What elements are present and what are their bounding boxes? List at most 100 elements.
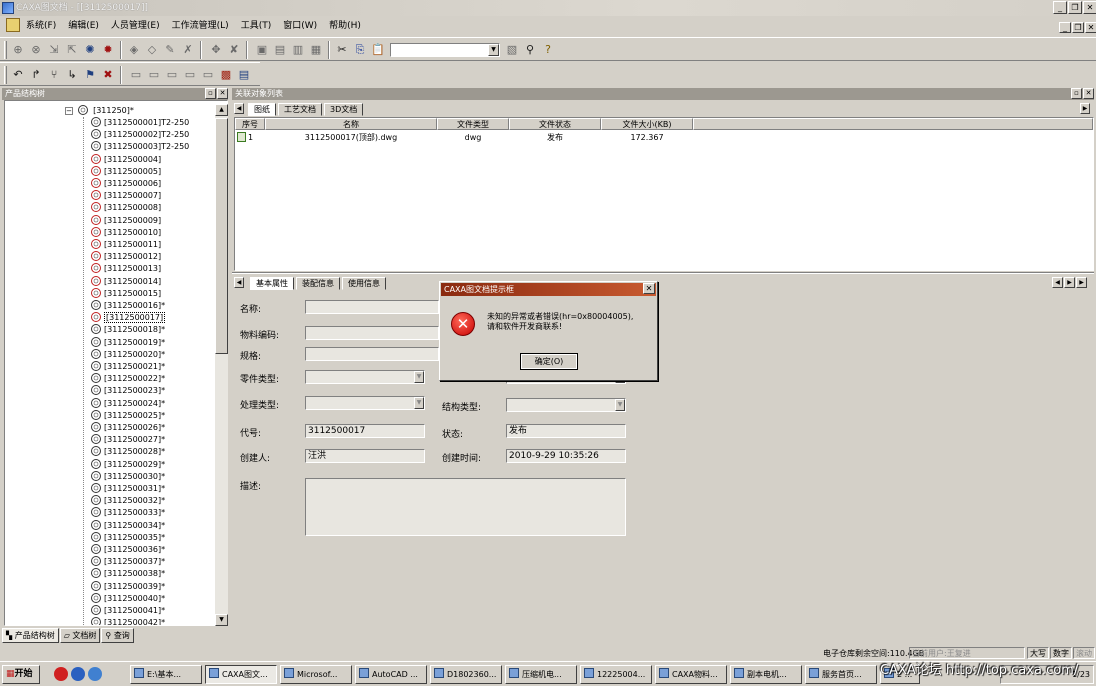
quicklaunch-ie-icon[interactable] <box>71 667 85 681</box>
tree-item[interactable]: [3112500033]* <box>91 507 165 519</box>
splitter[interactable] <box>232 272 1094 274</box>
tree-item[interactable]: [3112500005] <box>91 165 161 178</box>
tree-item[interactable]: [3112500042]* <box>91 617 165 625</box>
created-time-field[interactable]: 2010-9-29 10:35:26 <box>506 449 626 463</box>
tree-item[interactable]: [3112500014] <box>91 275 161 288</box>
import-icon[interactable]: ▣ <box>254 42 270 58</box>
gear-icon[interactable]: ✺ <box>82 42 98 58</box>
menu-item-3[interactable]: 工作流管理(L) <box>172 19 229 33</box>
tab-usage-info[interactable]: 使用信息 <box>342 277 386 290</box>
help-icon[interactable]: ? <box>540 42 556 58</box>
pin-icon[interactable]: ▫ <box>205 88 216 99</box>
move-icon[interactable]: ✥ <box>208 42 224 58</box>
column-header-name[interactable]: 名称 <box>265 118 437 130</box>
doc5-icon[interactable]: ▭ <box>200 67 216 83</box>
chevron-down-icon[interactable]: ▼ <box>615 399 625 411</box>
tree-item[interactable]: [3112500017] <box>91 312 166 324</box>
copy-icon[interactable]: ▥ <box>290 42 306 58</box>
spec-field[interactable] <box>305 347 439 361</box>
tab-process-doc[interactable]: 工艺文档 <box>278 103 322 116</box>
scroll-thumb[interactable] <box>215 118 228 354</box>
tree-item[interactable]: [3112500029]* <box>91 458 165 471</box>
nav-next-icon[interactable]: ▶ <box>1064 277 1075 288</box>
tab-product-tree[interactable]: ▚ 产品结构树 <box>2 628 59 643</box>
mdi-minimize-button[interactable]: _ <box>1059 22 1071 33</box>
nav-last-icon[interactable]: ▶ <box>1076 277 1087 288</box>
paste-icon[interactable]: ▦ <box>308 42 324 58</box>
close-icon[interactable]: ✕ <box>1083 88 1094 99</box>
tree-item[interactable]: [3112500025]* <box>91 409 165 422</box>
column-header-type[interactable]: 文件类型 <box>437 118 509 130</box>
taskbar-button[interactable]: CAXA图文... <box>205 665 277 684</box>
tree-item[interactable]: [3112500004] <box>91 153 161 166</box>
chevron-down-icon[interactable]: ▼ <box>414 371 424 383</box>
browse-icon[interactable]: ◇ <box>144 42 160 58</box>
nav-first-icon[interactable]: ◀ <box>1052 277 1063 288</box>
down-icon[interactable]: ↳ <box>64 67 80 83</box>
close-icon[interactable]: ✕ <box>217 88 228 99</box>
taskbar-button[interactable]: 副本电机... <box>730 665 802 684</box>
tree-item[interactable]: [3112500022]* <box>91 373 165 385</box>
part-type-select[interactable]: ▼ <box>305 370 425 384</box>
tree-item[interactable]: [3112500009] <box>91 214 161 227</box>
edit-icon[interactable]: ✎ <box>162 42 178 58</box>
menu-item-5[interactable]: 窗口(W) <box>283 19 317 33</box>
tree-item[interactable]: [3112500037]* <box>91 556 165 568</box>
menu-item-2[interactable]: 人员管理(E) <box>111 19 160 33</box>
scroll-up-icon[interactable]: ▲ <box>215 104 228 116</box>
product-structure-tree[interactable]: − [311250]* [3112500001]T2-250 [311250000… <box>4 100 228 626</box>
name-field[interactable] <box>305 300 439 314</box>
export-icon[interactable]: ▤ <box>272 42 288 58</box>
report-icon[interactable]: ▩ <box>218 67 234 83</box>
tab-drawing[interactable]: 图纸 <box>248 103 276 116</box>
menu-item-4[interactable]: 工具(T) <box>241 19 272 33</box>
cancel-icon[interactable]: ✗ <box>180 42 196 58</box>
tree-item[interactable]: [3112500036]* <box>91 544 165 556</box>
doc3-icon[interactable]: ▭ <box>164 67 180 83</box>
undo-icon[interactable]: ✘ <box>226 42 242 58</box>
tree-item[interactable]: [3112500032]* <box>91 495 165 507</box>
up-icon[interactable]: ↱ <box>28 67 44 83</box>
tree-item[interactable]: [3112500016]* <box>91 300 165 312</box>
filter-icon[interactable]: ▧ <box>504 42 520 58</box>
tree-item[interactable]: [3112500040]* <box>91 592 165 605</box>
menu-item-6[interactable]: 帮助(H) <box>329 19 361 33</box>
taskbar-button[interactable]: AutoCAD ... <box>355 665 427 684</box>
chevron-down-icon[interactable]: ▼ <box>488 44 499 56</box>
tree-item[interactable]: [3112500011] <box>91 239 161 251</box>
code-field[interactable]: 3112500017 <box>305 424 425 438</box>
column-header-size[interactable]: 文件大小(KB) <box>601 118 693 130</box>
tree-root[interactable]: − [311250]* <box>65 105 134 117</box>
tab-basic-props[interactable]: 基本属性 <box>250 277 294 290</box>
tab-assembly-info[interactable]: 装配信息 <box>296 277 340 290</box>
taskbar-button[interactable]: 服务首页... <box>805 665 877 684</box>
column-header-status[interactable]: 文件状态 <box>509 118 601 130</box>
tree-item[interactable]: [3112500020]* <box>91 348 165 361</box>
tree-item[interactable]: [3112500027]* <box>91 434 165 446</box>
remove-icon[interactable]: ✖ <box>100 67 116 83</box>
document-menu-icon[interactable] <box>6 18 20 32</box>
tree-item[interactable]: [3112500021]* <box>91 361 165 373</box>
tree-item[interactable]: [3112500039]* <box>91 580 165 593</box>
creator-field[interactable]: 汪洪 <box>305 449 425 463</box>
tree-item[interactable]: [3112500015] <box>91 287 161 300</box>
column-header-no[interactable]: 序号 <box>235 118 265 130</box>
tab-3d-doc[interactable]: 3D文档 <box>324 103 364 116</box>
tab-scroll-right-icon[interactable]: ▶ <box>1080 103 1090 114</box>
print-icon[interactable]: ▤ <box>236 67 252 83</box>
close-button[interactable]: ✕ <box>1083 1 1096 14</box>
collapse-icon[interactable]: − <box>65 107 73 115</box>
tree-item[interactable]: [3112500008] <box>91 202 161 214</box>
tree-item[interactable]: [3112500038]* <box>91 568 165 580</box>
tree-item[interactable]: [3112500041]* <box>91 605 165 617</box>
process-type-select[interactable]: ▼ <box>305 396 425 410</box>
taskbar-button[interactable]: D1802360... <box>430 665 502 684</box>
tab-query[interactable]: ⚲ 查询 <box>101 628 134 643</box>
doc2-icon[interactable]: ▭ <box>146 67 162 83</box>
tree-item[interactable]: [3112500028]* <box>91 446 165 458</box>
tag-icon[interactable]: ⚑ <box>82 67 98 83</box>
tree-item[interactable]: [3112500001]T2-250 <box>91 117 189 129</box>
prop-tab-scroll-left-icon[interactable]: ◀ <box>234 277 244 288</box>
ok-button[interactable]: 确定(O) <box>520 353 578 370</box>
dialog-close-icon[interactable]: ✕ <box>643 283 655 294</box>
